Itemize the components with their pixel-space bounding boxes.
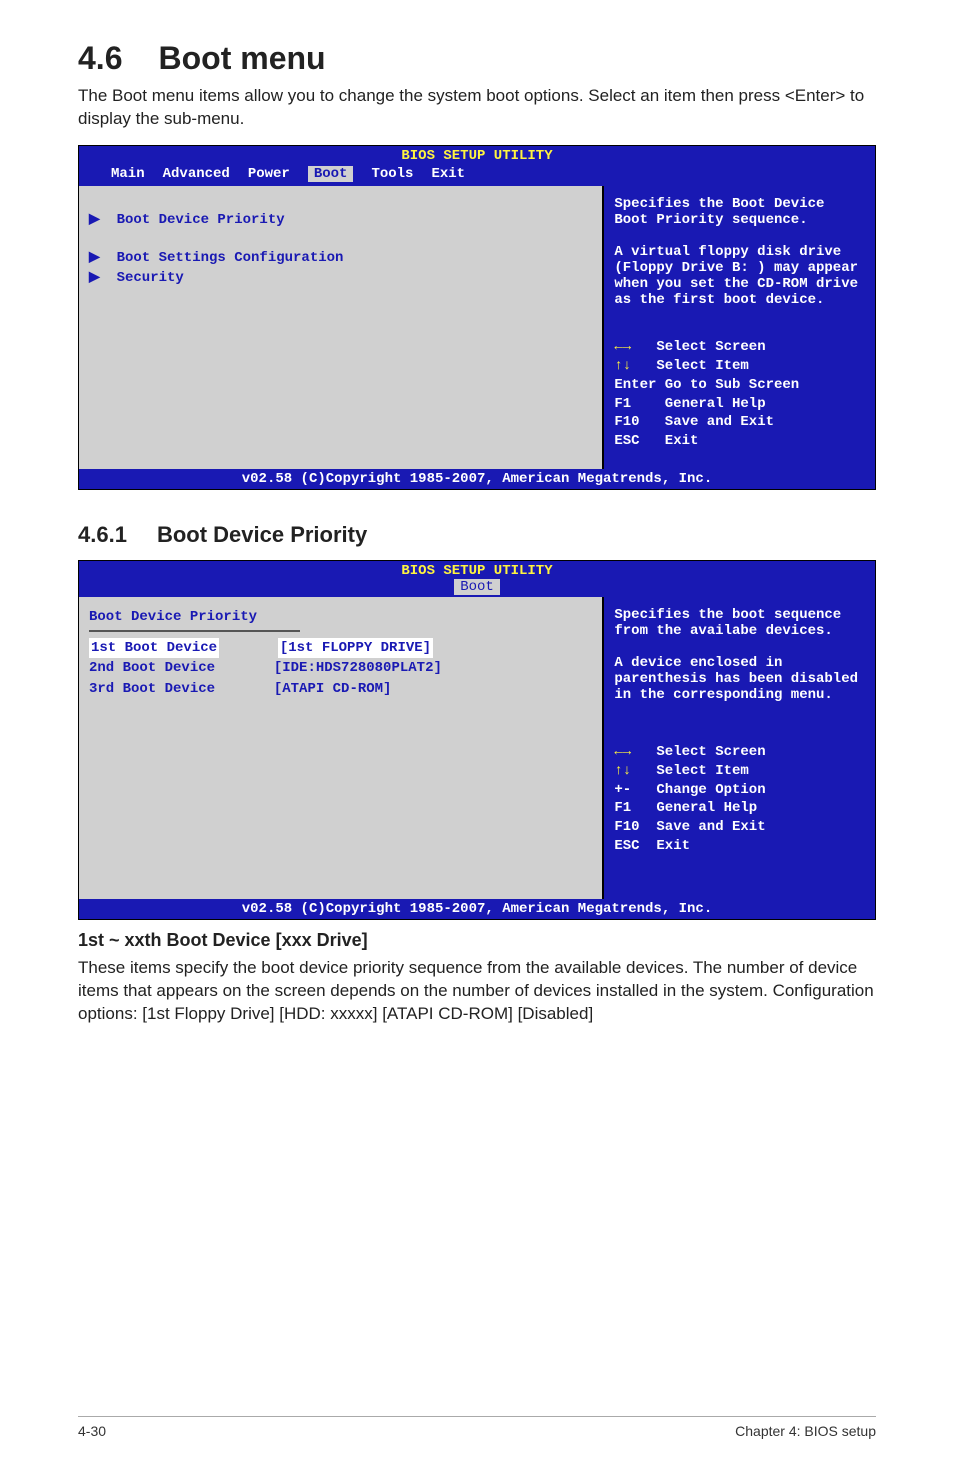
chapter-label: Chapter 4: BIOS setup (735, 1423, 876, 1439)
bios-screen-boot-device-priority: BIOS SETUP UTILITY Boot Boot Device Prio… (78, 560, 876, 920)
bios-tab-bar: Boot (79, 579, 875, 597)
page-number: 4-30 (78, 1423, 106, 1439)
item-body: These items specify the boot device prio… (78, 957, 876, 1026)
bios-title: BIOS SETUP UTILITY (79, 146, 875, 164)
divider (89, 630, 300, 632)
help-text-2: A virtual floppy disk drive (Floppy Driv… (614, 244, 865, 308)
section-number: 4.6 (78, 40, 122, 77)
bios-help-pane: Specifies the boot sequence from the ava… (604, 597, 875, 899)
arrows-ud-icon: ↑↓ (614, 763, 631, 779)
subsection-title: Boot Device Priority (157, 522, 367, 547)
boot-device-row: 2nd Boot Device [IDE:HDS728080PLAT2] (89, 658, 592, 678)
bios-tab-bar: Main Advanced Power Boot Tools Exit (79, 164, 657, 186)
bios-menu-pane: Boot Device Priority 1st Boot Device [1s… (79, 597, 604, 899)
item-heading: 1st ~ xxth Boot Device [xxx Drive] (78, 930, 876, 951)
bios-screen-boot-menu: BIOS SETUP UTILITY Main Advanced Power B… (78, 145, 876, 490)
bios-help-pane: Specifies the Boot Device Boot Priority … (604, 186, 875, 469)
help-text: Specifies the boot sequence from the ava… (614, 607, 865, 703)
menu-item-boot-settings-config: ▶ Boot Settings Configuration (89, 248, 592, 268)
tab-main: Main (103, 166, 153, 184)
arrows-lr-icon: ←→ (614, 339, 631, 355)
arrows-ud-icon: ↑↓ (614, 358, 631, 374)
pane-header: Boot Device Priority (89, 607, 592, 627)
tab-exit: Exit (423, 166, 473, 184)
boot-device-row: 1st Boot Device [1st FLOPPY DRIVE] (89, 638, 592, 658)
boot-device-row: 3rd Boot Device [ATAPI CD-ROM] (89, 679, 592, 699)
bios-footer: v02.58 (C)Copyright 1985-2007, American … (79, 899, 875, 919)
bios-footer: v02.58 (C)Copyright 1985-2007, American … (79, 469, 875, 489)
arrows-lr-icon: ←→ (614, 744, 631, 760)
tab-boot: Boot (454, 579, 500, 595)
menu-item-security: ▶ Security (89, 268, 592, 288)
tab-power: Power (240, 166, 298, 184)
legend-block: ←→ Select Screen ↑↓ Select Item +- Chang… (614, 743, 865, 856)
section-title: Boot menu (158, 40, 325, 76)
tab-tools: Tools (363, 166, 421, 184)
section-heading: 4.6 Boot menu (78, 40, 876, 77)
tab-advanced: Advanced (155, 166, 238, 184)
menu-item-boot-device-priority: ▶ Boot Device Priority (89, 210, 592, 230)
subsection-number: 4.6.1 (78, 522, 127, 548)
intro-paragraph: The Boot menu items allow you to change … (78, 85, 876, 131)
legend-block: ←→ Select Screen ↑↓ Select Item Enter Go… (614, 338, 865, 451)
bios-title: BIOS SETUP UTILITY (79, 561, 875, 579)
page-footer: 4-30 Chapter 4: BIOS setup (78, 1416, 876, 1439)
subsection-heading: 4.6.1 Boot Device Priority (78, 522, 876, 548)
bios-menu-pane: ▶ Boot Device Priority ▶ Boot Settings C… (79, 186, 604, 469)
tab-boot: Boot (300, 166, 362, 184)
help-text-1: Specifies the Boot Device Boot Priority … (614, 196, 865, 228)
